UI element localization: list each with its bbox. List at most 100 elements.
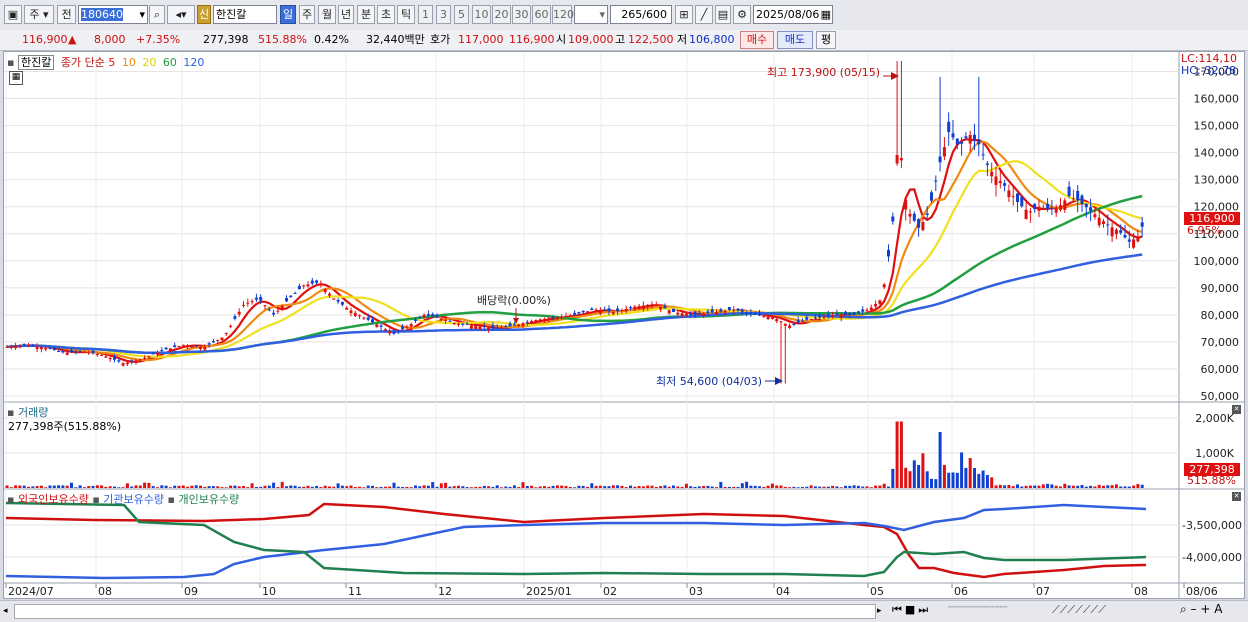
candle-body bbox=[792, 323, 796, 325]
avg-button[interactable]: 평 bbox=[816, 31, 836, 49]
playback-controls[interactable]: ⏮■⏭ bbox=[892, 603, 931, 617]
low-label: 저 bbox=[677, 33, 688, 46]
sell-button[interactable]: 매도 bbox=[777, 31, 813, 49]
candle-body bbox=[418, 317, 422, 319]
draw-tool-icon[interactable]: ╱ bbox=[695, 5, 713, 24]
minute-120[interactable]: 120 bbox=[552, 5, 574, 24]
volume-bar bbox=[151, 486, 155, 488]
legend-institution[interactable]: 기관보유수량 bbox=[103, 493, 164, 506]
buy-button[interactable]: 매수 bbox=[740, 31, 774, 49]
ma-label[interactable]: 종가 단순 bbox=[61, 56, 105, 69]
open-price: 109,000 bbox=[568, 33, 614, 46]
volume-bar bbox=[164, 485, 168, 488]
period-year[interactable]: 년 bbox=[338, 5, 354, 24]
calculator-icon[interactable]: ▦ bbox=[9, 71, 23, 85]
candle-body bbox=[766, 316, 770, 320]
candle-body bbox=[998, 181, 1002, 184]
scroll-right-icon[interactable]: ▸ bbox=[877, 604, 885, 618]
volume-bar bbox=[770, 483, 774, 488]
low-price: 106,800 bbox=[689, 33, 735, 46]
date-field[interactable]: 2025/08/06 ▦ bbox=[753, 5, 833, 24]
candle-body bbox=[1063, 200, 1067, 210]
period-month[interactable]: 월 bbox=[318, 5, 336, 24]
period-day[interactable]: 일 bbox=[280, 5, 296, 24]
volume-bar bbox=[138, 485, 142, 488]
price-axis-label: 160,000 bbox=[1194, 93, 1240, 106]
volume-bar bbox=[100, 485, 104, 488]
minute-1[interactable]: 1 bbox=[418, 5, 433, 24]
market-select[interactable]: 주 ▾ bbox=[24, 5, 54, 24]
drawing-tools[interactable]: ⟋⟋⟋⟋⟋⟋⟋ bbox=[1052, 603, 1106, 617]
minute-10[interactable]: 10 bbox=[472, 5, 491, 24]
volume-bar bbox=[856, 485, 860, 488]
gear-icon[interactable]: ⚙ bbox=[733, 5, 751, 24]
volume-bar bbox=[783, 486, 787, 488]
volume-bar bbox=[921, 453, 925, 488]
volume-bar bbox=[723, 486, 727, 488]
candle-body bbox=[779, 321, 783, 323]
speaker-icon[interactable]: ◂▾ bbox=[167, 5, 195, 24]
scroll-left-icon[interactable]: ◂ bbox=[3, 604, 11, 618]
minute-3[interactable]: 3 bbox=[436, 5, 451, 24]
period-tick[interactable]: 틱 bbox=[397, 5, 415, 24]
scroll-track[interactable] bbox=[14, 604, 876, 619]
legend-individual[interactable]: 개인보유수량 bbox=[178, 493, 239, 506]
volume-bar bbox=[229, 485, 233, 488]
minute-30[interactable]: 30 bbox=[512, 5, 531, 24]
volume-bar bbox=[844, 485, 847, 488]
prev-button[interactable]: 전 bbox=[57, 5, 76, 24]
candle-body bbox=[1071, 198, 1075, 200]
volume-bar bbox=[220, 487, 224, 488]
legend-foreign[interactable]: 외국인보유수량 bbox=[18, 493, 89, 506]
candle-body bbox=[194, 345, 198, 347]
close-panel-icon[interactable]: ✕ bbox=[1232, 405, 1241, 414]
period-week[interactable]: 주 bbox=[299, 5, 315, 24]
candle-body bbox=[706, 311, 710, 314]
holdings-axis-label: -3,500,000 bbox=[1182, 519, 1242, 532]
scroll-bar[interactable]: ◂ ▸ ⏮■⏭ ╌╌╌╌╌╌╌╌╌╌╌ ⟋⟋⟋⟋⟋⟋⟋ ⌕ – + A bbox=[0, 600, 1248, 622]
minute-60[interactable]: 60 bbox=[532, 5, 551, 24]
period-second[interactable]: 초 bbox=[377, 5, 395, 24]
zoom-slider[interactable]: ╌╌╌╌╌╌╌╌╌╌╌ bbox=[948, 603, 1048, 619]
search-icon[interactable]: ⌕ bbox=[149, 5, 165, 24]
volume-bar bbox=[74, 487, 78, 488]
volume-bar bbox=[211, 486, 215, 488]
candle-body bbox=[538, 319, 542, 322]
custom-period-select[interactable]: ▾ bbox=[574, 5, 608, 24]
candle-body bbox=[603, 309, 607, 311]
stock-label[interactable]: 한진칼 bbox=[17, 55, 55, 70]
volume-bar bbox=[684, 483, 688, 488]
minute-20[interactable]: 20 bbox=[492, 5, 511, 24]
price-axis-label: 130,000 bbox=[1194, 174, 1240, 187]
close-holdings-icon[interactable]: ✕ bbox=[1232, 492, 1241, 501]
volume-bar bbox=[82, 487, 86, 488]
candle-body bbox=[216, 339, 220, 341]
volume-bar bbox=[960, 452, 964, 488]
window-icon[interactable]: ▣ bbox=[4, 5, 22, 24]
volume-bar bbox=[555, 485, 559, 488]
candle-body bbox=[521, 323, 525, 327]
chart-area[interactable]: 170,000 160,000 150,000 140,000 130,000 120,0… bbox=[3, 51, 1245, 599]
bar-count-field[interactable]: 265/600 bbox=[610, 5, 672, 24]
candle-body bbox=[199, 346, 202, 350]
candle-body bbox=[994, 176, 998, 185]
save-icon[interactable]: ▤ bbox=[715, 5, 731, 24]
volume-bar bbox=[418, 486, 422, 488]
candle-body bbox=[246, 302, 250, 304]
volume-bar bbox=[216, 486, 220, 488]
period-minute[interactable]: 분 bbox=[357, 5, 375, 24]
candle-body bbox=[91, 350, 95, 354]
candle-body bbox=[1067, 186, 1071, 196]
stock-name-field[interactable]: 한진칼 bbox=[213, 5, 277, 24]
chart-type-icon[interactable]: ⊞ bbox=[675, 5, 693, 24]
candle-body bbox=[203, 346, 207, 350]
candle-body bbox=[431, 314, 435, 317]
candle-body bbox=[1016, 193, 1019, 202]
candle-body bbox=[27, 345, 30, 347]
volume-bar bbox=[620, 485, 624, 488]
stock-code-input[interactable]: 180640 ▾ bbox=[78, 5, 148, 24]
candle-body bbox=[973, 134, 976, 140]
minute-5[interactable]: 5 bbox=[454, 5, 469, 24]
zoom-tools[interactable]: ⌕ – + A bbox=[1180, 602, 1222, 617]
volume-bar bbox=[998, 484, 1002, 488]
